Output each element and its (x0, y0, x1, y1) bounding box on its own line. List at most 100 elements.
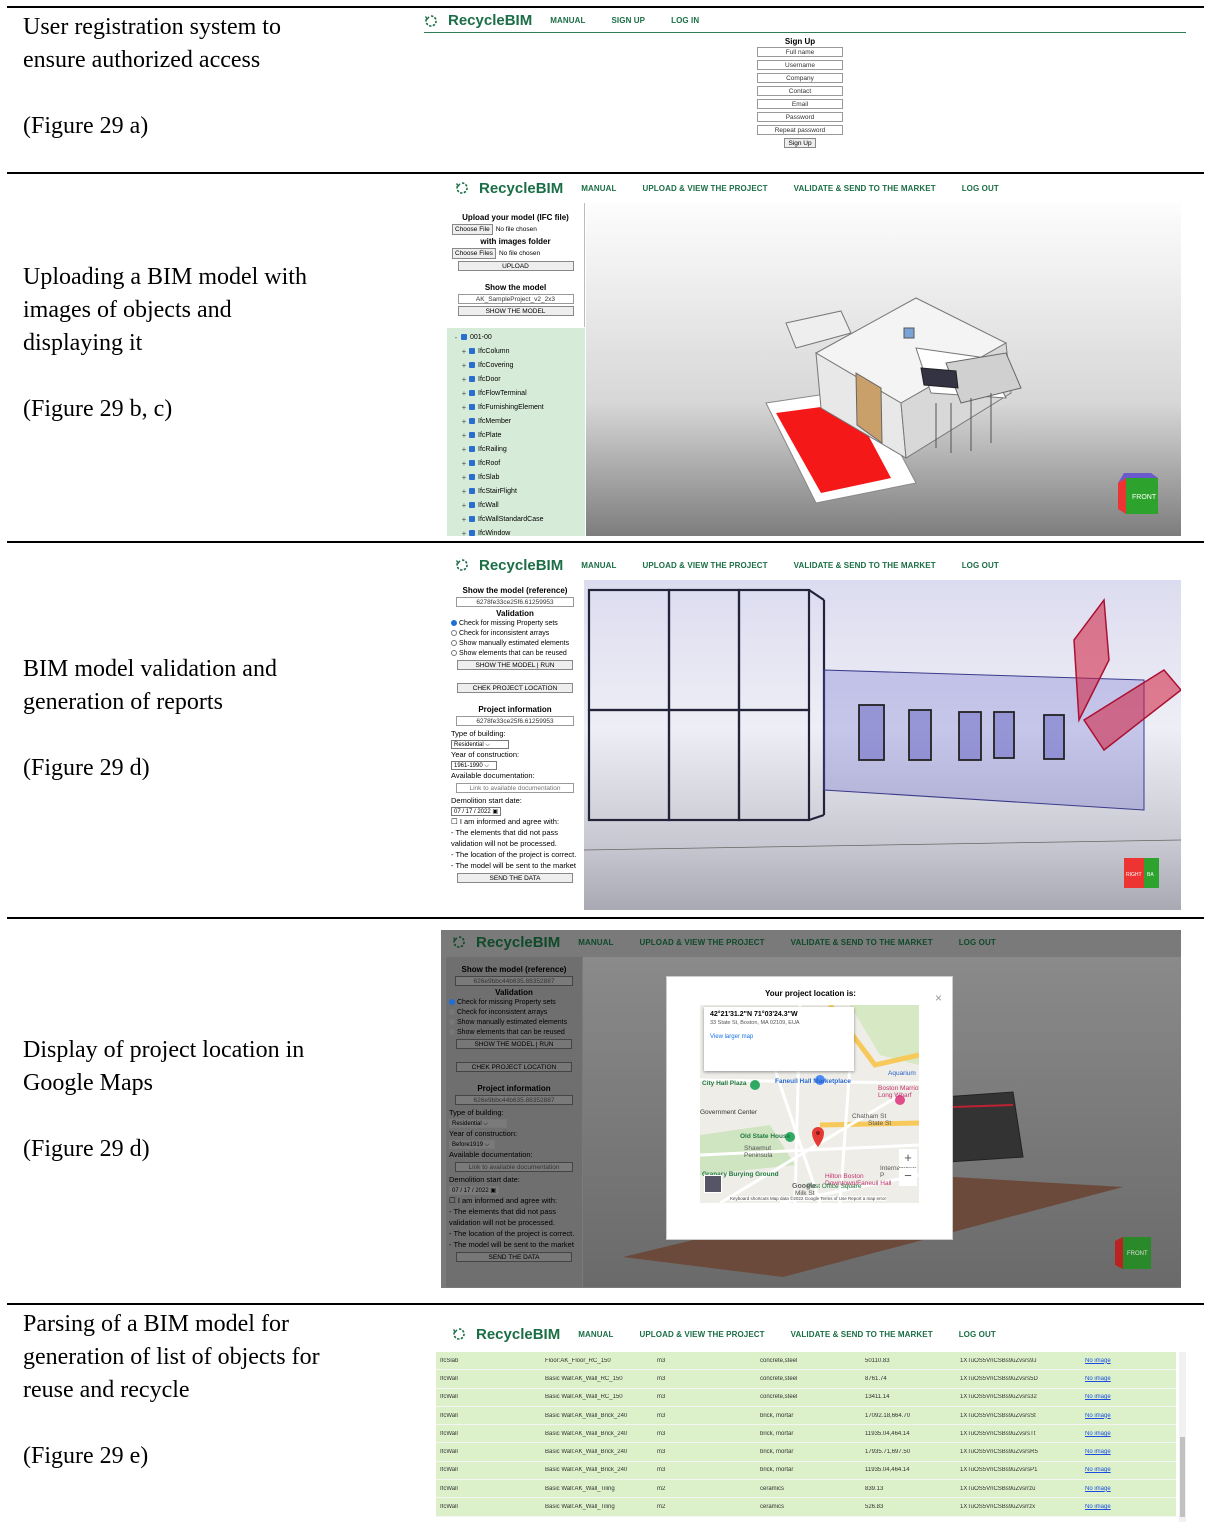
checkbox-icon[interactable] (469, 432, 475, 438)
view-cube-front[interactable]: FRONT (1127, 1251, 1148, 1257)
google-map[interactable]: City Hall Plaza Faneuil Hall Marketplace… (700, 1005, 919, 1203)
checkbox-icon[interactable]: ☐ (449, 1196, 456, 1205)
checkbox-icon[interactable] (469, 348, 475, 354)
expand-icon[interactable]: + (459, 389, 469, 398)
option-missing-psets[interactable]: Check for missing Property sets (448, 618, 582, 628)
choose-files-button[interactable]: Choose Files (452, 248, 496, 259)
nav-manual[interactable]: MANUAL (581, 184, 616, 193)
no-image-link[interactable]: No image (1085, 1449, 1145, 1455)
no-image-link[interactable]: No image (1085, 1413, 1145, 1419)
collapse-icon[interactable]: - (451, 333, 461, 342)
company-field[interactable]: Company (757, 73, 843, 83)
expand-icon[interactable]: + (459, 347, 469, 356)
model-select[interactable]: AK_SampleProject_v2_2x3 (457, 294, 574, 304)
checkbox-icon[interactable] (469, 488, 475, 494)
contact-field[interactable]: Contact (757, 86, 843, 96)
view-cube-back[interactable]: BA (1147, 872, 1154, 878)
expand-icon[interactable]: + (459, 459, 469, 468)
nav-log-out[interactable]: LOG OUT (962, 184, 999, 193)
tree-item[interactable]: + IfcWall (451, 498, 585, 512)
year-select[interactable]: 1961-1990 ⌵ (451, 761, 497, 770)
nav-log-out[interactable]: LOG OUT (959, 1330, 996, 1339)
nav-validate-send[interactable]: VALIDATE & SEND TO THE MARKET (791, 1330, 933, 1339)
map-type-thumbnail[interactable] (704, 1175, 722, 1193)
expand-icon[interactable]: + (459, 375, 469, 384)
tree-item[interactable]: + IfcRoof (451, 456, 585, 470)
tree-item[interactable]: + IfcWindow (451, 526, 585, 540)
sign-up-button[interactable]: Sign Up (784, 138, 816, 148)
no-image-link[interactable]: No image (1085, 1504, 1145, 1510)
expand-icon[interactable]: + (459, 529, 469, 538)
option-inconsistent-arrays[interactable]: Check for inconsistent arrays (448, 628, 582, 638)
agree-checkbox[interactable]: ☐ I am informed and agree with: (448, 816, 582, 827)
agree-checkbox[interactable]: ☐ I am informed and agree with: (446, 1195, 582, 1206)
nav-upload-view[interactable]: UPLOAD & VIEW THE PROJECT (639, 938, 764, 947)
checkbox-icon[interactable] (469, 530, 475, 536)
radio-icon[interactable] (449, 1019, 455, 1025)
expand-icon[interactable]: + (459, 431, 469, 440)
project-ref-field[interactable]: 6278fe33ce25f6.61259953 (456, 716, 574, 726)
zoom-out-button[interactable]: − (899, 1168, 917, 1186)
show-model-button[interactable]: SHOW THE MODEL (457, 306, 574, 316)
option-manual-elements[interactable]: Show manually estimated elements (446, 1017, 582, 1027)
send-data-button[interactable]: SEND THE DATA (457, 873, 573, 883)
radio-icon[interactable] (451, 620, 457, 626)
nav-validate-send[interactable]: VALIDATE & SEND TO THE MARKET (791, 938, 933, 947)
radio-icon[interactable] (451, 630, 457, 636)
nav-log-out[interactable]: LOG OUT (959, 938, 996, 947)
email-field[interactable]: Email (757, 99, 843, 109)
repeat-password-field[interactable]: Repeat password (757, 125, 843, 135)
reference-field[interactable]: 6278fe33ce25f6.61259953 (456, 597, 574, 607)
table-scrollbar[interactable] (1179, 1352, 1186, 1522)
nav-manual[interactable]: MANUAL (578, 1330, 613, 1339)
check-location-button[interactable]: CHEK PROJECT LOCATION (456, 1062, 572, 1072)
password-field[interactable]: Password (757, 112, 843, 122)
checkbox-icon[interactable] (469, 418, 475, 424)
view-cube-right[interactable]: RIGHT (1126, 872, 1142, 878)
tree-item[interactable]: + IfcWallStandardCase (451, 512, 585, 526)
upload-button[interactable]: UPLOAD (457, 261, 574, 271)
checkbox-icon[interactable] (469, 376, 475, 382)
checkbox-icon[interactable] (461, 334, 467, 340)
no-image-link[interactable]: No image (1085, 1467, 1145, 1473)
model-viewer-3d[interactable]: FRONT (586, 203, 1181, 536)
option-inconsistent-arrays[interactable]: Check for inconsistent arrays (446, 1007, 582, 1017)
brand-logo[interactable]: RecycleBIM (424, 12, 532, 29)
view-cube-front[interactable]: FRONT (1132, 494, 1157, 501)
show-model-run-button[interactable]: SHOW THE MODEL | RUN (457, 660, 573, 670)
radio-icon[interactable] (449, 1029, 455, 1035)
nav-manual[interactable]: MANUAL (578, 938, 613, 947)
scrollbar-thumb[interactable] (1180, 1437, 1185, 1517)
images-folder-input[interactable]: Choose Files No file chosen (447, 248, 584, 259)
expand-icon[interactable]: + (459, 487, 469, 496)
tree-item[interactable]: + IfcSlab (451, 470, 585, 484)
option-manual-elements[interactable]: Show manually estimated elements (448, 638, 582, 648)
type-select[interactable]: Residential ⌵ (449, 1119, 507, 1128)
nav-log-in[interactable]: LOG IN (671, 16, 699, 25)
checkbox-icon[interactable] (469, 474, 475, 480)
view-larger-map-link[interactable]: View larger map (710, 1034, 848, 1040)
send-data-button[interactable]: SEND THE DATA (456, 1252, 572, 1262)
expand-icon[interactable]: + (459, 501, 469, 510)
checkbox-icon[interactable]: ☐ (451, 817, 458, 826)
option-reusable-elements[interactable]: Show elements that can be reused (448, 648, 582, 658)
tree-root[interactable]: - 001-00 (451, 330, 585, 344)
no-image-link[interactable]: No image (1085, 1376, 1145, 1382)
checkbox-icon[interactable] (469, 446, 475, 452)
tree-item[interactable]: + IfcCovering (451, 358, 585, 372)
no-image-link[interactable]: No image (1085, 1431, 1145, 1437)
nav-validate-send[interactable]: VALIDATE & SEND TO THE MARKET (794, 184, 936, 193)
no-image-link[interactable]: No image (1085, 1358, 1145, 1364)
nav-sign-up[interactable]: SIGN UP (611, 16, 645, 25)
option-missing-psets[interactable]: Check for missing Property sets (446, 997, 582, 1007)
full-name-field[interactable]: Full name (757, 47, 843, 57)
model-viewer-3d[interactable]: RIGHT BA (584, 580, 1181, 910)
checkbox-icon[interactable] (469, 362, 475, 368)
expand-icon[interactable]: + (459, 361, 469, 370)
no-image-link[interactable]: No image (1085, 1394, 1145, 1400)
radio-icon[interactable] (451, 640, 457, 646)
brand-logo[interactable]: RecycleBIM (455, 180, 563, 197)
nav-upload-view[interactable]: UPLOAD & VIEW THE PROJECT (642, 184, 767, 193)
tree-item[interactable]: + IfcFurnishingElement (451, 400, 585, 414)
brand-logo[interactable]: RecycleBIM (455, 557, 563, 574)
